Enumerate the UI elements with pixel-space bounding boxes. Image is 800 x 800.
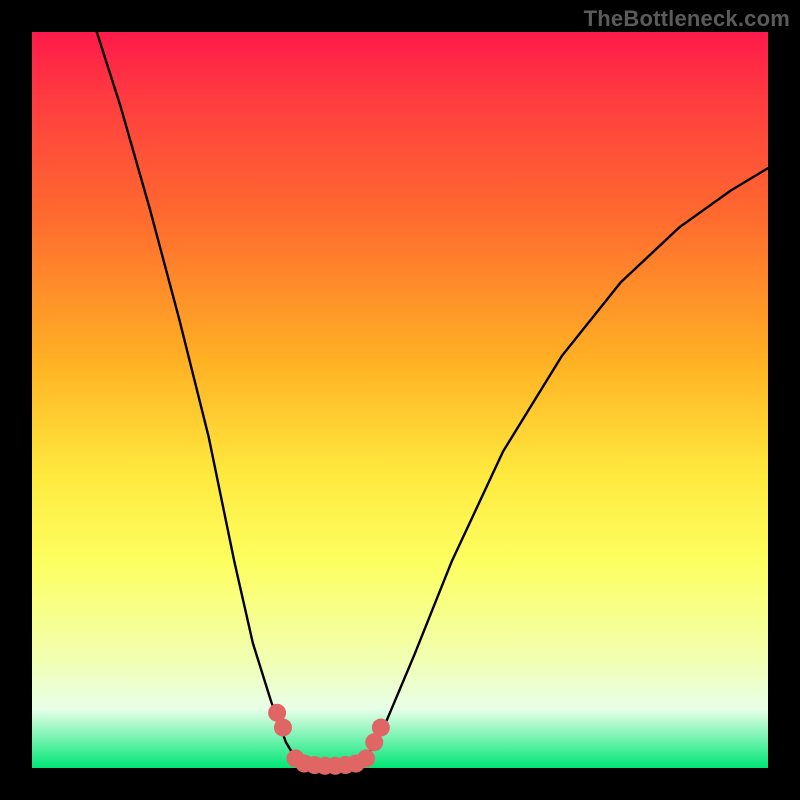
- marker-group: [268, 704, 390, 775]
- outer-frame: TheBottleneck.com: [0, 0, 800, 800]
- chart-svg: [32, 32, 768, 768]
- bottleneck-curve: [97, 32, 768, 765]
- marker-dot: [274, 719, 292, 737]
- chart-plot-area: [32, 32, 768, 768]
- marker-dot: [357, 749, 375, 767]
- marker-dot: [372, 719, 390, 737]
- watermark-text: TheBottleneck.com: [584, 6, 790, 32]
